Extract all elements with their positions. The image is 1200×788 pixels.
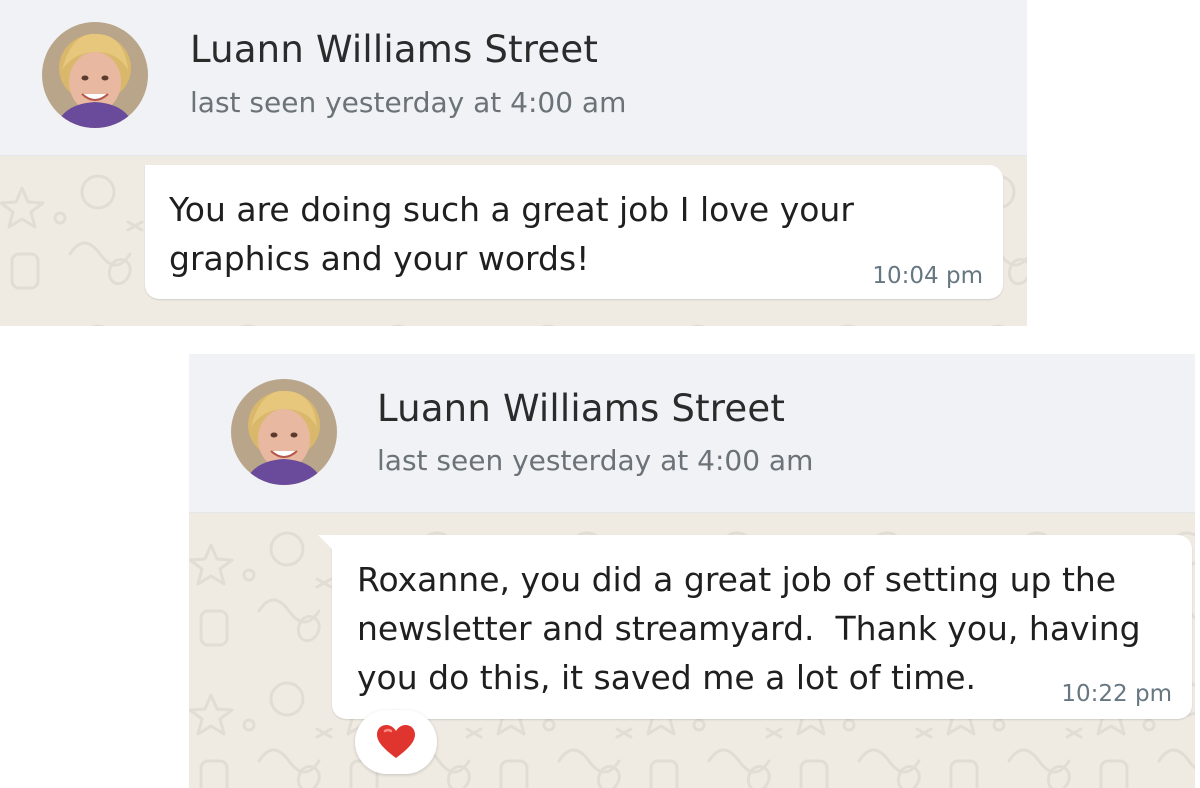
chat-header: Luann Williams Street last seen yesterda…: [0, 0, 1027, 156]
last-seen-status: last seen yesterday at 4:00 am: [190, 86, 627, 119]
contact-avatar[interactable]: [231, 379, 337, 485]
contact-avatar[interactable]: [42, 22, 148, 128]
message-text: Roxanne, you did a great job of setting …: [357, 560, 1141, 697]
chat-header: Luann Williams Street last seen yesterda…: [189, 354, 1195, 513]
message-timestamp: 10:04 pm: [872, 263, 983, 289]
incoming-message-bubble[interactable]: Roxanne, you did a great job of setting …: [318, 535, 1192, 719]
last-seen-status: last seen yesterday at 4:00 am: [377, 444, 814, 477]
chat-screenshot-2: Luann Williams Street last seen yesterda…: [189, 354, 1195, 788]
contact-name: Luann Williams Street: [190, 28, 599, 71]
contact-name: Luann Williams Street: [377, 387, 786, 430]
red-heart-icon: [377, 725, 415, 758]
message-timestamp: 10:22 pm: [1061, 681, 1172, 707]
message-text: You are doing such a great job I love yo…: [169, 190, 854, 278]
incoming-message-bubble[interactable]: You are doing such a great job I love yo…: [145, 165, 1003, 299]
chat-background: You are doing such a great job I love yo…: [0, 156, 1027, 326]
message-reaction[interactable]: [355, 710, 437, 774]
bubble-tail: [318, 535, 336, 553]
chat-screenshot-1: Luann Williams Street last seen yesterda…: [0, 0, 1027, 326]
chat-background: Roxanne, you did a great job of setting …: [189, 513, 1195, 788]
